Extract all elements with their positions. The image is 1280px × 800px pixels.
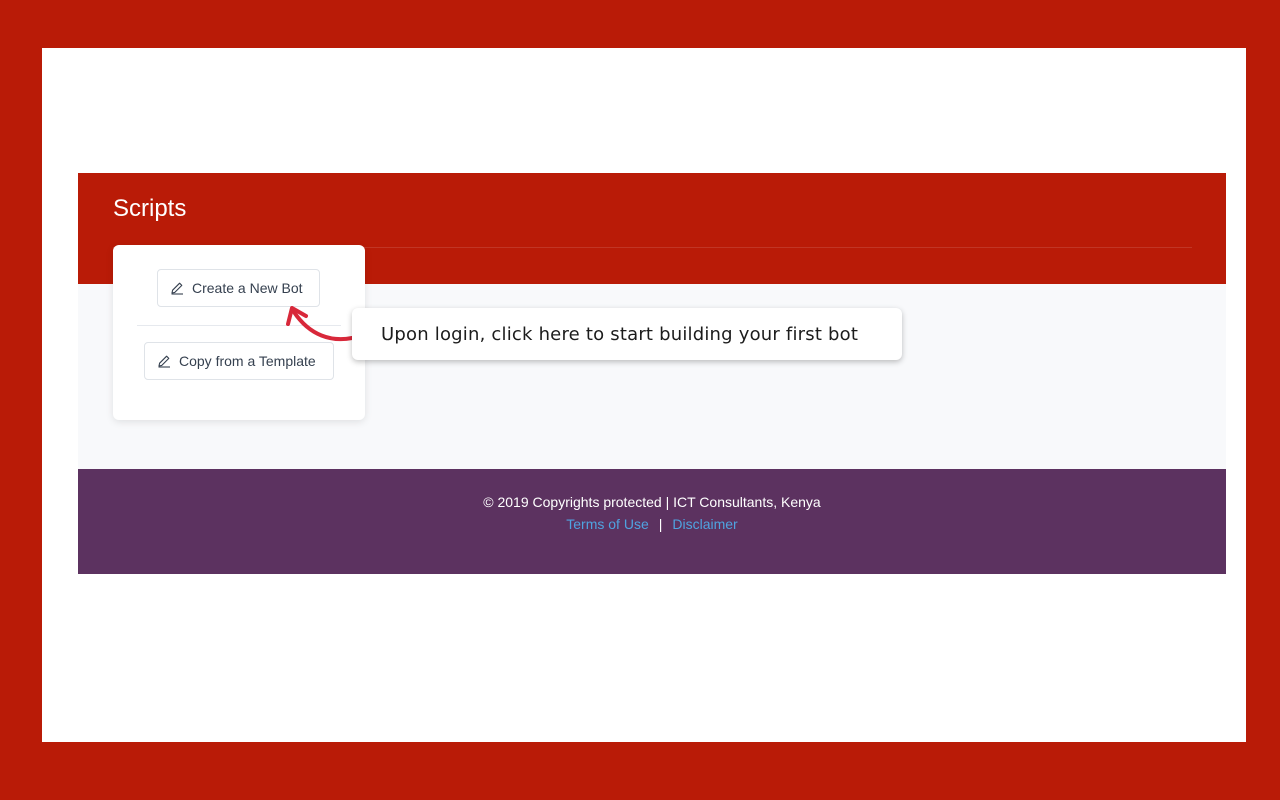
app-window: Scripts Create a New Bot Copy from a Tem… — [78, 173, 1226, 574]
copy-from-template-label: Copy from a Template — [179, 353, 316, 369]
curved-arrow-icon — [286, 306, 354, 342]
terms-of-use-link[interactable]: Terms of Use — [566, 516, 648, 532]
disclaimer-link[interactable]: Disclaimer — [672, 516, 737, 532]
footer-copyright: © 2019 Copyrights protected | ICT Consul… — [483, 494, 821, 510]
footer-link-separator: | — [658, 516, 663, 532]
create-new-bot-label: Create a New Bot — [192, 280, 303, 296]
footer: © 2019 Copyrights protected | ICT Consul… — [78, 469, 1226, 574]
page-title: Scripts — [113, 195, 187, 222]
pencil-icon — [158, 355, 170, 368]
onboarding-callout: Upon login, click here to start building… — [352, 308, 902, 360]
callout-text: Upon login, click here to start building… — [381, 323, 859, 345]
footer-links: Terms of Use | Disclaimer — [78, 516, 1226, 532]
pencil-icon — [171, 282, 183, 295]
